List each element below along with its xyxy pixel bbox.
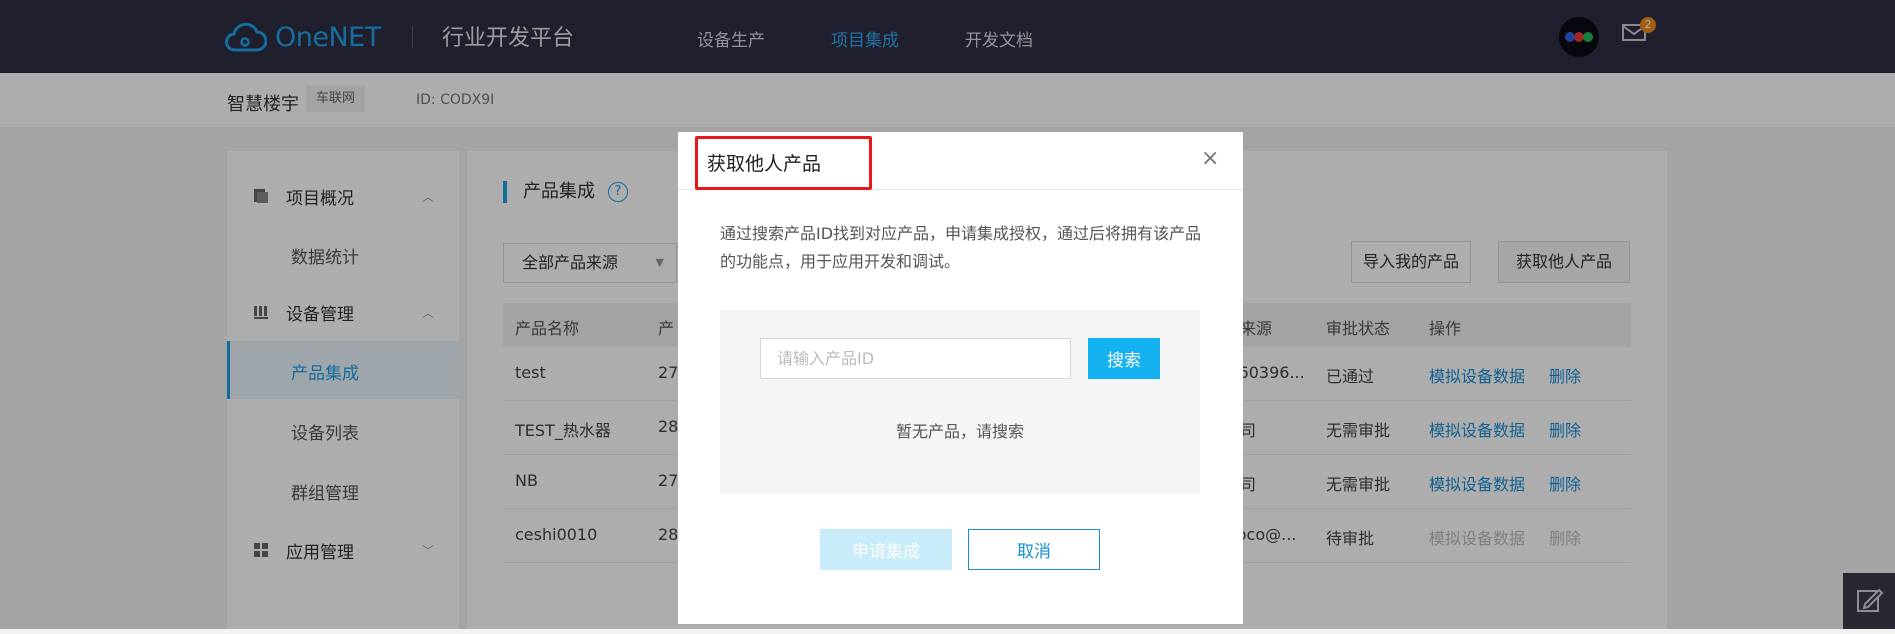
title-highlight-box bbox=[695, 136, 872, 190]
empty-state-text: 暂无产品，请搜索 bbox=[895, 422, 1024, 441]
search-panel: 搜索 暂无产品，请搜索 bbox=[720, 310, 1200, 494]
close-icon[interactable]: × bbox=[1201, 146, 1219, 171]
dialog-header: 获取他人产品 × bbox=[678, 132, 1243, 190]
apply-integration-button[interactable]: 申请集成 bbox=[820, 529, 952, 570]
cancel-button[interactable]: 取消 bbox=[968, 529, 1100, 570]
get-others-product-dialog: 获取他人产品 × 通过搜索产品ID找到对应产品，申请集成授权，通过后将拥有该产品… bbox=[678, 132, 1243, 624]
search-button[interactable]: 搜索 bbox=[1088, 338, 1160, 379]
dialog-description: 通过搜索产品ID找到对应产品，申请集成授权，通过后将拥有该产品的功能点，用于应用… bbox=[720, 224, 1202, 271]
product-id-search-input[interactable] bbox=[760, 338, 1071, 379]
